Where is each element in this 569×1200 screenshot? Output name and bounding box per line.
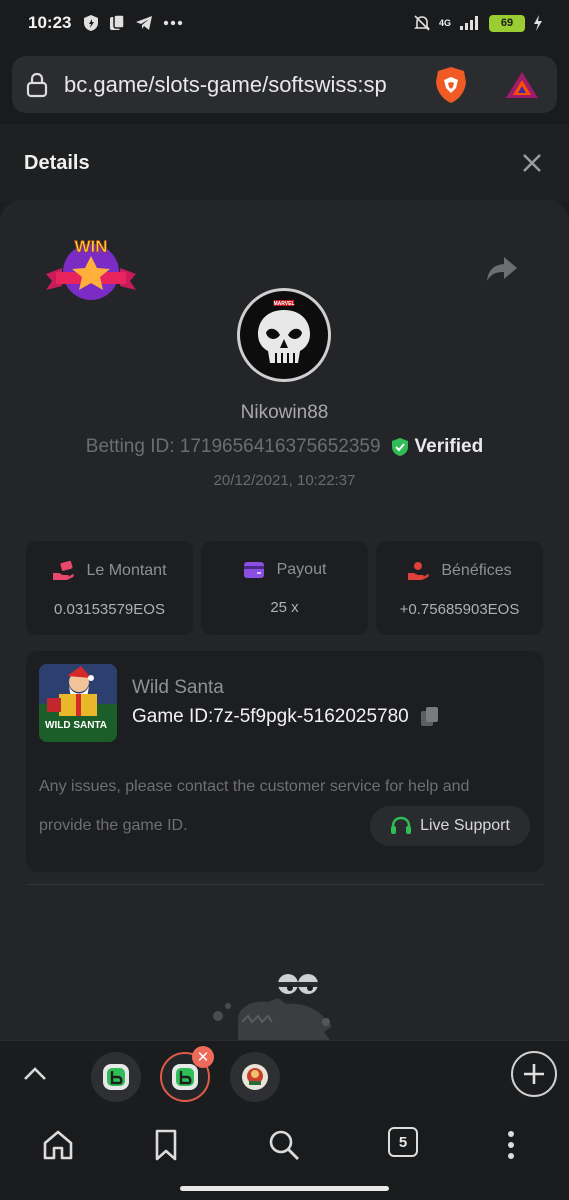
support-note-line2: provide the game ID.	[39, 817, 188, 834]
stat-payout: Payout 25 x	[201, 541, 368, 635]
tab-count-button[interactable]: 5	[388, 1127, 418, 1157]
share-icon[interactable]	[486, 255, 518, 283]
thumb-text: WILD SANTA	[45, 720, 107, 731]
address-bar[interactable]: bc.game/slots-game/softswiss:sp	[12, 56, 557, 113]
site-favicon-icon	[242, 1064, 268, 1090]
brave-shield-icon[interactable]	[434, 66, 468, 104]
bat-rewards-icon[interactable]	[504, 70, 540, 100]
win-badge-icon: WIN	[46, 237, 136, 300]
live-support-button[interactable]: Live Support	[370, 806, 530, 846]
money-hand-icon	[53, 561, 75, 580]
gesture-bar[interactable]	[180, 1186, 389, 1191]
stat-amount-label: Le Montant	[86, 562, 167, 579]
details-title: Details	[24, 151, 90, 174]
close-tab-icon[interactable]: ✕	[192, 1046, 214, 1068]
bcgame-logo-icon	[103, 1064, 129, 1090]
stat-payout-value: 25 x	[270, 599, 299, 616]
profit-hand-icon	[408, 562, 430, 580]
crocodile-mascot-icon	[213, 974, 332, 1040]
lock-icon[interactable]	[26, 72, 48, 98]
card-icon	[243, 562, 264, 578]
betting-id-row: Betting ID: 1719656416375652359 Verified	[0, 436, 569, 458]
divider	[26, 884, 544, 885]
verified-badge: Verified	[391, 436, 484, 458]
battery-indicator: 69	[489, 14, 525, 32]
stat-amount-value: 0.03153579EOS	[54, 601, 165, 618]
game-id-row: Game ID:7z-5f9pgk-5162025780	[132, 706, 441, 728]
chevron-up-icon[interactable]	[22, 1063, 48, 1083]
headset-icon	[391, 816, 412, 834]
stat-payout-label: Payout	[276, 561, 327, 578]
more-dots-icon	[164, 20, 183, 26]
muted-bell-icon	[414, 15, 430, 31]
browser-toolbar: bc.game/slots-game/softswiss:sp	[0, 46, 569, 124]
status-system-icons: 4G 69	[413, 14, 543, 32]
home-icon[interactable]	[41, 1128, 75, 1162]
win-badge-text: WIN	[74, 237, 107, 256]
bottom-navigation: 5	[0, 1110, 569, 1200]
betting-id: Betting ID: 1719656416375652359	[85, 436, 381, 457]
close-icon[interactable]	[519, 150, 545, 176]
plus-icon	[524, 1064, 544, 1084]
new-tab-button[interactable]	[511, 1051, 557, 1097]
bcgame-logo-icon	[172, 1064, 198, 1090]
signal-icon	[460, 16, 478, 30]
username: Nikowin88	[240, 402, 329, 423]
status-bar: 10:23 4G 69	[0, 0, 569, 46]
bet-date: 20/12/2021, 10:22:37	[213, 472, 356, 489]
verified-label: Verified	[414, 436, 484, 457]
game-id: Game ID:7z-5f9pgk-5162025780	[132, 706, 409, 727]
telegram-icon	[136, 16, 153, 30]
stat-amount: Le Montant 0.03153579EOS	[26, 541, 193, 635]
stat-profit: Bénéfices +0.75685903EOS	[376, 541, 543, 635]
details-header: Details	[0, 124, 569, 202]
sim-icon	[110, 14, 126, 30]
copy-icon[interactable]	[419, 706, 441, 728]
avatar: MARVEL	[237, 288, 331, 382]
live-support-label: Live Support	[420, 817, 510, 834]
game-name: Wild Santa	[132, 677, 224, 698]
tab-bcgame-1[interactable]	[91, 1052, 141, 1102]
network-type: 4G	[438, 18, 451, 28]
verified-shield-icon	[391, 438, 408, 456]
tab-site-3[interactable]	[230, 1052, 280, 1102]
status-notification-icons	[83, 14, 183, 32]
status-time: 10:23	[28, 13, 72, 32]
skull-logo-icon: MARVEL	[258, 300, 310, 363]
shield-icon	[84, 15, 99, 31]
menu-dots-icon[interactable]	[494, 1128, 528, 1162]
game-card: WILD SANTA Wild Santa Game ID:7z-5f9pgk-…	[26, 651, 544, 872]
stat-profit-value: +0.75685903EOS	[399, 601, 520, 618]
tab-strip: ✕	[0, 1040, 569, 1110]
bookmark-icon[interactable]	[149, 1128, 183, 1162]
bet-details-panel: WIN MARVEL Nikowin88 Betting ID: 1719656…	[0, 200, 569, 1040]
wild-santa-thumb-icon: WILD SANTA	[39, 664, 117, 742]
game-thumbnail[interactable]: WILD SANTA	[39, 664, 117, 742]
charging-icon	[534, 15, 542, 31]
support-note-line1: Any issues, please contact the customer …	[39, 778, 470, 795]
stat-profit-label: Bénéfices	[441, 562, 512, 579]
avatar-marvel-text: MARVEL	[273, 301, 294, 307]
search-icon[interactable]	[267, 1128, 301, 1162]
url-text[interactable]: bc.game/slots-game/softswiss:sp	[64, 72, 424, 98]
